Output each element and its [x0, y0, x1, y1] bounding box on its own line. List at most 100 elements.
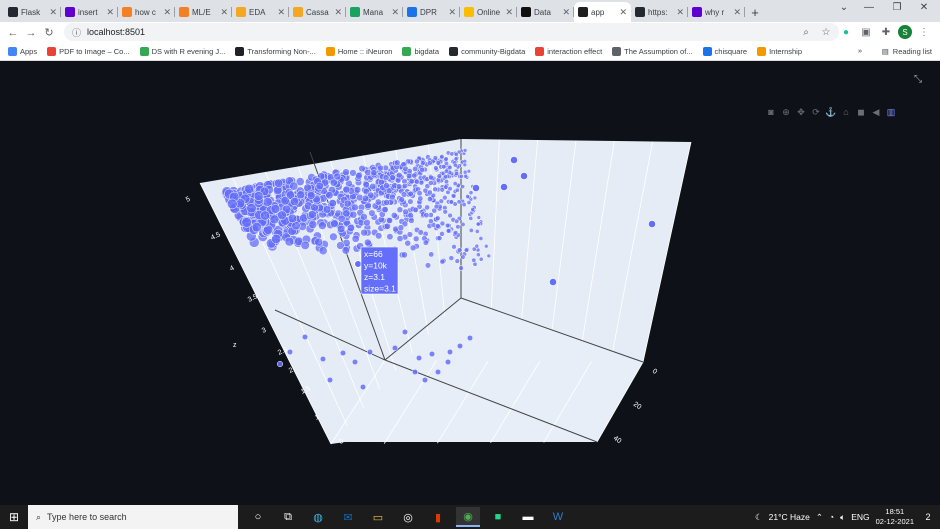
tab-close-icon[interactable]: ✕: [163, 7, 171, 18]
scatter-point[interactable]: [476, 252, 481, 258]
scatter-point[interactable]: [463, 173, 468, 179]
clock[interactable]: 18:51 02-12-2021: [876, 507, 914, 527]
network-icon[interactable]: ◔: [829, 512, 834, 522]
file-explorer-icon[interactable]: ▭: [366, 507, 390, 527]
tab-close-icon[interactable]: ✕: [676, 7, 684, 18]
windows-start-icon[interactable]: ⊞: [0, 505, 28, 529]
scatter-point[interactable]: [401, 251, 408, 259]
scatter-point[interactable]: [318, 246, 328, 256]
bookmarks-more-icon[interactable]: »: [858, 46, 862, 55]
scatter-point[interactable]: [280, 196, 290, 206]
scatter-point[interactable]: [404, 239, 411, 247]
reading-list-button[interactable]: ▤ Reading list: [882, 47, 932, 56]
scatter-point[interactable]: [424, 204, 430, 211]
scatter-point[interactable]: [442, 209, 448, 215]
scatter-point[interactable]: [454, 218, 460, 224]
home-icon[interactable]: ⌂: [840, 106, 852, 118]
edge-browser-icon[interactable]: ◍: [306, 507, 330, 527]
browser-tab[interactable]: https: ✕: [631, 2, 688, 22]
tab-close-icon[interactable]: ✕: [49, 7, 57, 18]
scatter-point[interactable]: [396, 235, 404, 242]
scatter-point[interactable]: [433, 203, 440, 210]
back-icon[interactable]: ←: [4, 24, 22, 42]
tab-close-icon[interactable]: ✕: [448, 7, 456, 18]
scatter-point[interactable]: [456, 342, 464, 350]
scatter-point-outlier[interactable]: [500, 183, 508, 191]
scatter-point[interactable]: [472, 195, 478, 201]
bookmark-star-icon[interactable]: ☆: [818, 24, 834, 40]
reload-icon[interactable]: ↻: [40, 24, 58, 42]
scatter-point[interactable]: [459, 174, 464, 179]
scatter-point[interactable]: [363, 219, 371, 227]
scatter-point[interactable]: [413, 235, 420, 242]
scatter-point[interactable]: [443, 168, 450, 174]
scatter-point[interactable]: [442, 195, 448, 201]
chrome-icon[interactable]: ◉: [456, 507, 480, 527]
scatter-point[interactable]: [416, 190, 423, 197]
scatter-point[interactable]: [329, 232, 338, 241]
scatter-point[interactable]: [396, 172, 403, 179]
scatter-point[interactable]: [456, 247, 463, 253]
puzzle-extensions-icon[interactable]: ✚: [878, 24, 894, 40]
browser-tab[interactable]: DPR ✕: [403, 2, 460, 22]
address-bar[interactable]: ⓘ localhost:8501: [64, 23, 839, 41]
browser-tab[interactable]: Cassa ✕: [289, 2, 346, 22]
scatter-point[interactable]: [447, 212, 453, 219]
scatter-point[interactable]: [401, 328, 409, 336]
scatter-point-outlier[interactable]: [472, 184, 480, 192]
zoom-page-icon[interactable]: ⌕: [798, 24, 814, 40]
mail-icon[interactable]: ✉: [336, 507, 360, 527]
scatter-point[interactable]: [362, 181, 370, 189]
scatter-point[interactable]: [287, 213, 298, 224]
scatter-point[interactable]: [296, 190, 306, 200]
site-info-icon[interactable]: ⓘ: [72, 26, 81, 39]
scatter-point[interactable]: [422, 239, 429, 246]
scatter-point[interactable]: [420, 160, 426, 166]
scatter-point[interactable]: [383, 199, 390, 206]
video-camera-icon[interactable]: ◼: [855, 106, 867, 118]
scatter-point[interactable]: [421, 376, 429, 384]
scatter-point[interactable]: [484, 243, 489, 249]
scatter-point[interactable]: [478, 256, 484, 262]
scatter-point[interactable]: [253, 191, 264, 201]
scatter-point[interactable]: [455, 224, 461, 230]
scatter-point[interactable]: [466, 168, 472, 174]
scatter-point[interactable]: [366, 348, 374, 356]
scatter-point[interactable]: [423, 212, 430, 219]
scatter-point[interactable]: [394, 177, 402, 184]
scatter-point[interactable]: [364, 169, 372, 177]
scatter-point[interactable]: [406, 172, 413, 179]
scatter-point[interactable]: [314, 237, 324, 247]
scatter-point[interactable]: [397, 224, 405, 231]
scatter-point[interactable]: [386, 217, 393, 224]
tab-close-icon[interactable]: ✕: [220, 7, 228, 18]
scatter-point[interactable]: [452, 230, 459, 236]
scatter-point[interactable]: [409, 244, 417, 252]
scatter-point[interactable]: [318, 221, 327, 230]
scatter-point[interactable]: [343, 199, 352, 208]
scatter-point[interactable]: [471, 246, 477, 252]
scatter-point[interactable]: [468, 227, 474, 233]
scatter-point[interactable]: [448, 199, 454, 205]
scatter-point[interactable]: [260, 210, 271, 221]
grammarly-extension-icon[interactable]: ●: [838, 24, 854, 40]
scatter-point[interactable]: [270, 204, 281, 214]
scatter-point[interactable]: [360, 228, 368, 237]
scatter-point[interactable]: [454, 187, 460, 193]
scatter-point[interactable]: [342, 168, 350, 176]
browser-tab[interactable]: ML/E ✕: [175, 2, 232, 22]
scatter-point[interactable]: [466, 334, 474, 342]
scatter-point[interactable]: [412, 206, 419, 213]
close-window-button[interactable]: ✕: [910, 2, 938, 13]
scatter-point[interactable]: [443, 179, 450, 185]
scatter-point[interactable]: [370, 169, 378, 177]
tab-close-icon[interactable]: ✕: [277, 7, 285, 18]
plotly-logo-icon[interactable]: ▥: [885, 106, 897, 118]
scatter-point[interactable]: [284, 236, 295, 247]
scatter-point[interactable]: [368, 209, 376, 217]
scatter-point[interactable]: [262, 197, 273, 207]
office-icon[interactable]: ▮: [426, 507, 450, 527]
scatter-point[interactable]: [389, 193, 396, 201]
extension-icon[interactable]: ▣: [858, 24, 874, 40]
scatter-point[interactable]: [308, 220, 318, 229]
